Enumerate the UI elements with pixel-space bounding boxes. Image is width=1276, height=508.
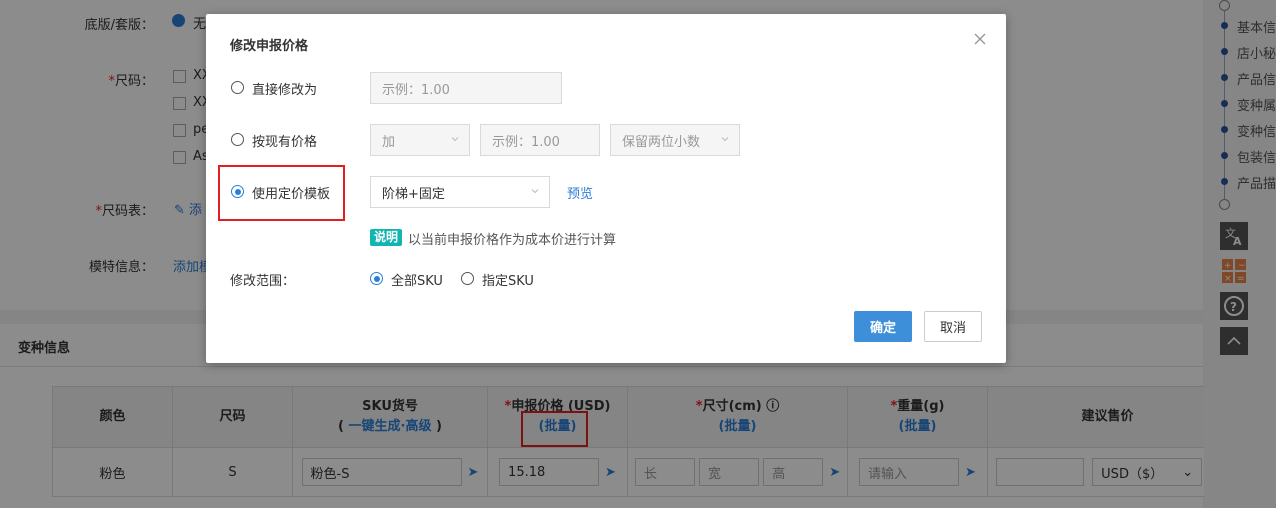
radio-direct[interactable] bbox=[231, 81, 244, 94]
edit-price-dialog: 修改申报价格 直接修改为 示例：1.00 按现有价格 加 示例：1.00 保留两… bbox=[206, 14, 1006, 363]
chevron-down-icon bbox=[721, 137, 729, 142]
cancel-button[interactable]: 取消 bbox=[924, 311, 982, 342]
radio-existing[interactable] bbox=[231, 133, 244, 146]
scope-label: 修改范围： bbox=[230, 274, 296, 289]
confirm-button[interactable]: 确定 bbox=[854, 311, 912, 342]
note-badge: 说明 bbox=[370, 229, 403, 246]
label-direct: 直接修改为 bbox=[252, 83, 318, 98]
rounding-select[interactable]: 保留两位小数 bbox=[610, 124, 740, 156]
direct-price-input[interactable]: 示例：1.00 bbox=[370, 72, 562, 104]
radio-scope-all[interactable] bbox=[370, 272, 383, 285]
preview-link[interactable]: 预览 bbox=[567, 183, 593, 202]
chevron-down-icon bbox=[531, 189, 539, 194]
label-scope-all: 全部SKU bbox=[391, 274, 443, 289]
template-select[interactable]: 阶梯+固定 bbox=[370, 176, 550, 208]
chevron-down-icon bbox=[451, 137, 459, 142]
label-scope-specific: 指定SKU bbox=[482, 274, 534, 289]
dialog-title: 修改申报价格 bbox=[230, 39, 309, 54]
label-existing: 按现有价格 bbox=[252, 135, 318, 150]
radio-scope-specific[interactable] bbox=[461, 272, 474, 285]
close-icon[interactable] bbox=[972, 31, 988, 47]
existing-amount-input[interactable]: 示例：1.00 bbox=[480, 124, 600, 156]
operator-select[interactable]: 加 bbox=[370, 124, 470, 156]
note-text: 以当前申报价格作为成本价进行计算 bbox=[408, 233, 617, 248]
template-option-highlight bbox=[218, 165, 345, 221]
